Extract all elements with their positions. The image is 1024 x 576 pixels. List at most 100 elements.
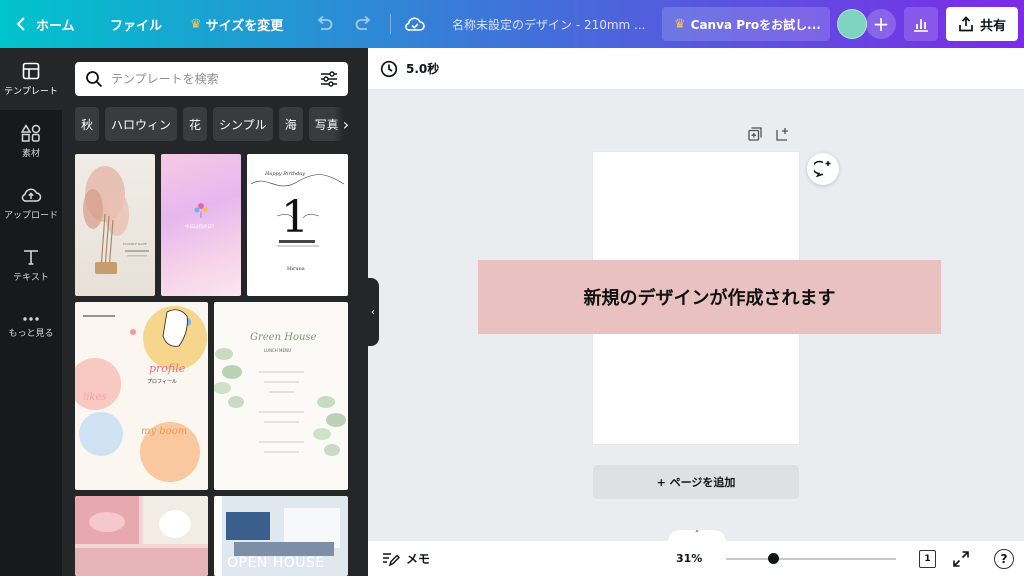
template-text: Green House bbox=[250, 332, 317, 343]
add-page-icon[interactable] bbox=[776, 127, 790, 141]
templates-panel: 秋 ハロウィン 花 シンプル 海 写真 › EXAMPLE NAME 今日は何の… bbox=[62, 48, 368, 576]
template-card-profile[interactable]: profile プロフィール likes my boom bbox=[75, 302, 208, 490]
creation-banner: 新規のデザインが作成されます bbox=[478, 260, 941, 334]
fullscreen-button[interactable] bbox=[952, 550, 970, 571]
eucalyptus-decoration bbox=[214, 348, 346, 456]
template-icon bbox=[22, 62, 40, 79]
rail-label: テキスト bbox=[13, 272, 49, 283]
undo-icon bbox=[317, 16, 333, 30]
notes-icon bbox=[383, 552, 400, 566]
template-card-dried-flowers[interactable]: EXAMPLE NAME bbox=[75, 154, 155, 296]
avatar[interactable] bbox=[837, 9, 867, 39]
zoom-slider-track[interactable] bbox=[726, 558, 896, 560]
zoom-slider-handle[interactable] bbox=[768, 553, 779, 564]
chevron-left-icon: ‹ bbox=[371, 306, 375, 318]
add-page-button[interactable]: + ページを追加 bbox=[593, 465, 799, 499]
text-icon bbox=[24, 249, 38, 265]
template-card-open-house[interactable]: OPEN HOUSE bbox=[214, 496, 348, 576]
zoom-value[interactable]: 31% bbox=[676, 541, 702, 576]
chip-flower[interactable]: 花 bbox=[183, 107, 208, 141]
pro-label: Canva Proをお試し... bbox=[690, 17, 821, 32]
template-card-birthday[interactable]: Happy Birthday 1 Hiruna bbox=[247, 154, 348, 296]
document-title[interactable]: 名称未設定のデザイン - 210mm ... bbox=[452, 0, 647, 48]
notes-button[interactable]: メモ bbox=[382, 541, 430, 576]
invite-button[interactable]: + bbox=[866, 9, 896, 39]
template-card-pink-gradient[interactable]: 今日は何の日？ bbox=[161, 154, 241, 296]
undo-button[interactable] bbox=[315, 0, 333, 48]
template-card-green-house-menu[interactable]: Green House LUNCH MENU bbox=[214, 302, 348, 490]
chip-simple[interactable]: シンプル bbox=[213, 107, 273, 141]
editor-footer: メモ 31% 1 ? bbox=[368, 541, 1024, 576]
chevron-right-icon: › bbox=[342, 114, 350, 134]
share-button[interactable]: 共有 bbox=[946, 7, 1018, 41]
template-number: 1 bbox=[281, 192, 309, 243]
template-search[interactable] bbox=[75, 62, 348, 96]
template-extra: likes bbox=[83, 392, 107, 403]
chip-halloween[interactable]: ハロウィン bbox=[105, 107, 178, 141]
page-actions bbox=[748, 127, 790, 141]
cloud-check-icon bbox=[405, 17, 425, 31]
template-text: profile bbox=[149, 362, 186, 375]
rail-label: もっと見る bbox=[8, 328, 54, 339]
home-label: ホーム bbox=[36, 18, 75, 34]
template-text: EXAMPLE NAME bbox=[123, 242, 147, 246]
save-status-button[interactable] bbox=[404, 0, 426, 48]
notes-label: メモ bbox=[406, 552, 431, 566]
resize-label: サイズを変更 bbox=[205, 18, 284, 34]
filter-icon[interactable] bbox=[320, 71, 338, 87]
timer-label[interactable]: 5.0秒 bbox=[406, 60, 439, 77]
file-menu-button[interactable]: ファイル bbox=[110, 0, 162, 48]
resize-button[interactable]: ♛ サイズを変更 bbox=[190, 0, 283, 48]
rail-label: 素材 bbox=[21, 148, 40, 159]
home-button[interactable]: ホーム bbox=[16, 0, 75, 48]
clock-icon[interactable] bbox=[380, 60, 398, 78]
rail-item-more[interactable]: もっと見る bbox=[0, 296, 62, 358]
chevron-up-icon: ˆ bbox=[694, 530, 700, 541]
elements-icon bbox=[21, 123, 41, 142]
chip-autumn[interactable]: 秋 bbox=[75, 107, 100, 141]
add-page-label: + ページを追加 bbox=[656, 476, 736, 489]
fullscreen-icon bbox=[953, 551, 969, 567]
document-title-text: 名称未設定のデザイン - 210mm ... bbox=[452, 17, 646, 32]
chips-next-button[interactable]: › bbox=[334, 107, 358, 141]
rail-item-templates[interactable]: テンプレート bbox=[0, 48, 62, 110]
template-card-pink-photo-collage[interactable] bbox=[75, 496, 208, 576]
comment-add-icon bbox=[814, 160, 831, 178]
template-subtext: プロフィール bbox=[147, 379, 177, 385]
try-pro-button[interactable]: ♛ Canva Proをお試し... bbox=[662, 7, 830, 41]
rail-label: アップロード bbox=[3, 210, 58, 221]
search-input[interactable] bbox=[111, 72, 312, 86]
help-icon: ? bbox=[1000, 552, 1008, 566]
plus-icon: + bbox=[872, 12, 890, 36]
insights-button[interactable] bbox=[904, 7, 938, 41]
crown-icon: ♛ bbox=[190, 16, 202, 32]
dried-flowers-image bbox=[83, 166, 149, 274]
share-label: 共有 bbox=[979, 18, 1006, 34]
top-bar: ホーム ファイル ♛ サイズを変更 名称未設定のデザイン - 210mm ...… bbox=[0, 0, 1024, 48]
divider bbox=[390, 14, 391, 34]
redo-button[interactable] bbox=[355, 0, 373, 48]
rail-item-uploads[interactable]: アップロード bbox=[0, 172, 62, 234]
page-count-button[interactable]: 1 bbox=[919, 550, 936, 568]
crown-icon: ♛ bbox=[674, 16, 686, 32]
redo-icon bbox=[355, 16, 371, 30]
rail-item-text[interactable]: テキスト bbox=[0, 234, 62, 296]
rail-label: テンプレート bbox=[4, 86, 58, 97]
banner-text: 新規のデザインが作成されます bbox=[583, 288, 836, 309]
bar-chart-icon bbox=[914, 19, 928, 32]
search-icon bbox=[86, 71, 103, 88]
rail-item-elements[interactable]: 素材 bbox=[0, 110, 62, 172]
share-icon bbox=[959, 16, 973, 32]
template-text: 今日は何の日？ bbox=[185, 225, 217, 230]
more-icon bbox=[23, 316, 39, 321]
upload-icon bbox=[21, 188, 42, 202]
collapse-panel-button[interactable]: ‹ bbox=[367, 278, 379, 346]
help-button[interactable]: ? bbox=[994, 549, 1014, 569]
file-label: ファイル bbox=[110, 18, 163, 34]
editor-toolbar: 5.0秒 bbox=[368, 48, 1024, 90]
add-comment-button[interactable] bbox=[807, 153, 839, 185]
duplicate-page-icon[interactable] bbox=[748, 127, 762, 141]
page-number: 1 bbox=[924, 554, 931, 564]
zoom-label: 31% bbox=[676, 552, 703, 565]
chip-sea[interactable]: 海 bbox=[278, 107, 303, 141]
